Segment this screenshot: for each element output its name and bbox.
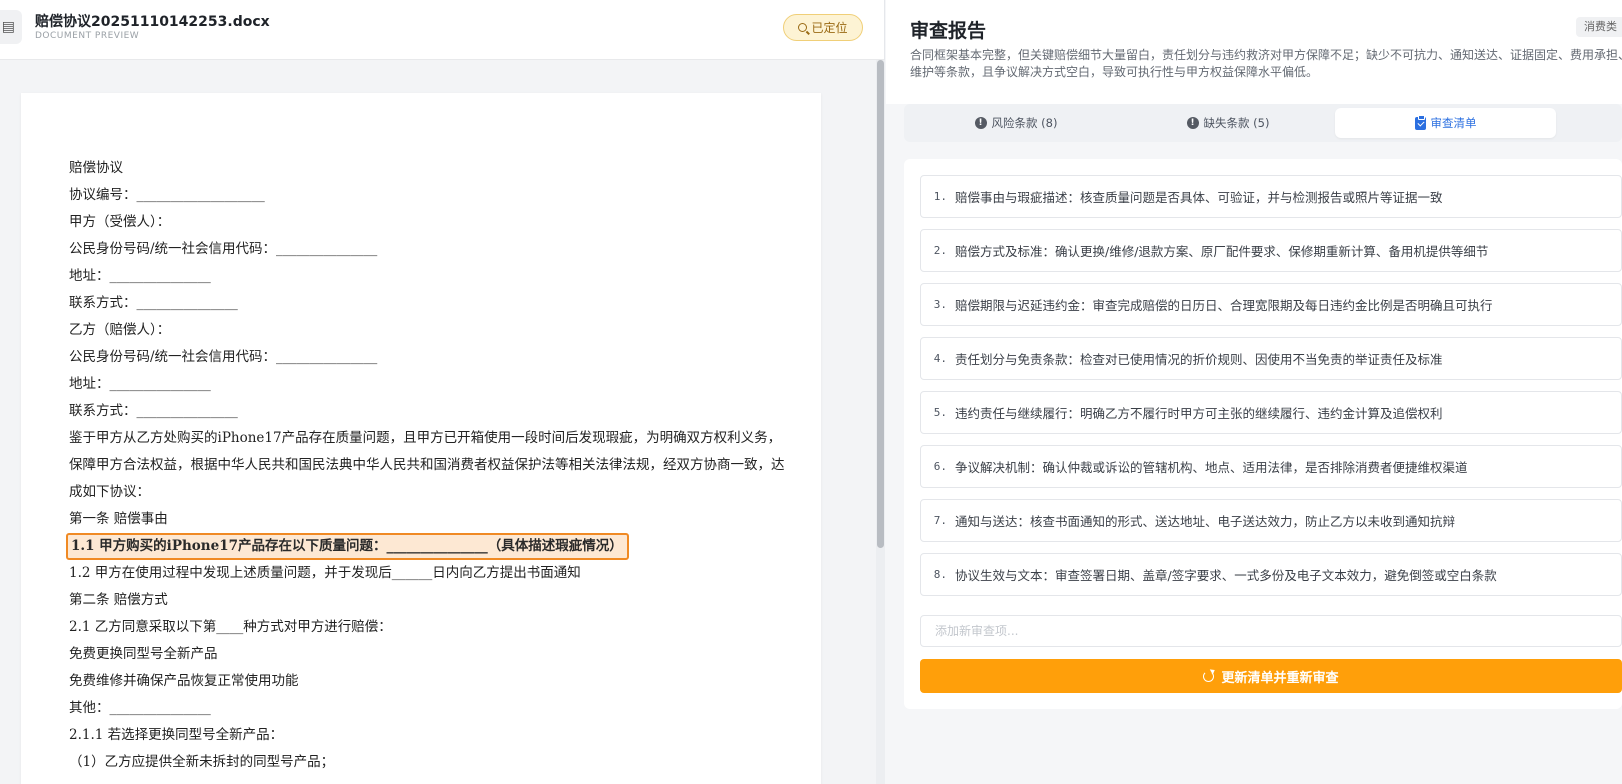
update-checklist-button[interactable]: 更新清单并重新审查 bbox=[920, 659, 1622, 693]
app-root: ▤ 赔偿协议20251110142253.docx DOCUMENT PREVI… bbox=[0, 0, 1622, 784]
doc-line: 乙方（赔偿人）： bbox=[69, 322, 171, 338]
doc-section-heading: 第二条 赔偿方式 bbox=[69, 592, 168, 608]
report-header: 审查报告 消费类 合同框架基本完整，但关键赔偿细节大量留白，责任划分与违约救济对… bbox=[886, 0, 1622, 104]
checklist-item-text: 赔偿期限与迟延违约金：审查完成赔偿的日历日、合理宽限期及每日违约金比例是否明确且… bbox=[955, 298, 1493, 313]
checklist-item-text: 赔偿方式及标准：确认更换/维修/退款方案、原厂配件要求、保修期重新计算、备用机提… bbox=[955, 244, 1489, 259]
document-preview-pane: ▤ 赔偿协议20251110142253.docx DOCUMENT PREVI… bbox=[0, 0, 885, 784]
checklist-item[interactable]: 5. 违约责任与继续履行：明确乙方不履行时甲方可主张的继续履行、违约金计算及追偿… bbox=[920, 391, 1622, 434]
checklist-panel: 1. 赔偿事由与瑕疵描述：核查质量问题是否具体、可验证，并与检测报告或照片等证据… bbox=[904, 159, 1622, 709]
info-icon: ! bbox=[974, 117, 987, 129]
report-title: 审查报告 bbox=[910, 20, 987, 42]
tab-label: 审查清单 bbox=[1430, 116, 1477, 130]
checklist-item[interactable]: 2. 赔偿方式及标准：确认更换/维修/退款方案、原厂配件要求、保修期重新计算、备… bbox=[920, 229, 1622, 272]
checklist-item[interactable]: 4. 责任划分与免责条款：检查对已使用情况的折价规则、因使用不当免责的举证责任及… bbox=[920, 337, 1622, 380]
doc-line: 联系方式：_______________ bbox=[69, 295, 238, 311]
doc-line: 公民身份号码/统一社会信用代码：_______________ bbox=[69, 349, 378, 365]
clipboard-check-icon bbox=[1414, 114, 1426, 130]
tab-risk-clauses[interactable]: ! 风险条款 (8) bbox=[928, 108, 1104, 138]
document-subtitle: DOCUMENT PREVIEW bbox=[35, 31, 140, 41]
doc-line: 地址：_______________ bbox=[69, 376, 211, 392]
checklist-item[interactable]: 7. 通知与送达：核查书面通知的形式、送达地址、电子送达效力，防止乙方以未收到通… bbox=[920, 499, 1622, 542]
doc-line-title: 赔偿协议 bbox=[69, 160, 123, 176]
document-header: ▤ 赔偿协议20251110142253.docx DOCUMENT PREVI… bbox=[0, 0, 884, 60]
checklist-item-number: 3. bbox=[933, 298, 947, 311]
doc-line: 免费维修并确保产品恢复正常使用功能 bbox=[69, 673, 299, 689]
checklist-item-number: 5. bbox=[933, 406, 947, 419]
doc-line: 公民身份号码/统一社会信用代码：_______________ bbox=[69, 241, 378, 257]
document-scroll-area[interactable]: 赔偿协议 协议编号：___________________ 甲方（受偿人）： 公… bbox=[0, 60, 885, 784]
checklist-item[interactable]: 8. 协议生效与文本：审查签署日期、盖章/签字要求、一式多份及电子文本效力，避免… bbox=[920, 553, 1622, 596]
doc-line: 联系方式：_______________ bbox=[69, 403, 238, 419]
search-icon bbox=[798, 23, 808, 32]
checklist-item-text: 责任划分与免责条款：检查对已使用情况的折价规则、因使用不当免责的举证责任及标准 bbox=[955, 352, 1443, 367]
contract-type-tag: 消费类 bbox=[1576, 17, 1622, 37]
checklist-item-text: 协议生效与文本：审查签署日期、盖章/签字要求、一式多份及电子文本效力，避免倒签或… bbox=[955, 568, 1497, 583]
checklist-item-number: 6. bbox=[933, 460, 947, 473]
checklist-item-number: 8. bbox=[933, 568, 947, 581]
document-body: 赔偿协议 协议编号：___________________ 甲方（受偿人）： 公… bbox=[66, 155, 789, 776]
update-checklist-button-label: 更新清单并重新审查 bbox=[1221, 670, 1339, 686]
doc-highlighted-clause[interactable]: 1.1 甲方购买的iPhone17产品存在以下质量问题：____________… bbox=[66, 533, 629, 560]
doc-line: 1.2 甲方在使用过程中发现上述质量问题，并于发现后______日内向乙方提出书… bbox=[69, 565, 581, 581]
tab-label: 缺失条款 (5) bbox=[1203, 116, 1270, 130]
checklist-item-text: 通知与送达：核查书面通知的形式、送达地址、电子送达效力，防止乙方以未收到通知抗辩 bbox=[955, 514, 1456, 529]
document-scrollbar-thumb[interactable] bbox=[877, 60, 884, 548]
checklist-item[interactable]: 3. 赔偿期限与迟延违约金：审查完成赔偿的日历日、合理宽限期及每日违约金比例是否… bbox=[920, 283, 1622, 326]
doc-line: 2.1 乙方同意采取以下第____种方式对甲方进行赔偿： bbox=[69, 619, 392, 635]
document-file-icon: ▤ bbox=[0, 10, 22, 44]
doc-line: 2.1.1 若选择更换同型号全新产品： bbox=[69, 727, 284, 743]
tab-label: 风险条款 (8) bbox=[991, 116, 1058, 130]
checklist-item-number: 4. bbox=[933, 352, 947, 365]
checklist-item-number: 2. bbox=[933, 244, 947, 257]
doc-paragraph-recital: 鉴于甲方从乙方处购买的iPhone17产品存在质量问题，且甲方已开箱使用一段时间… bbox=[69, 430, 785, 500]
doc-line: 甲方（受偿人）： bbox=[69, 214, 171, 230]
checklist-item[interactable]: 6. 争议解决机制：确认仲裁或诉讼的管辖机构、地点、适用法律，是否排除消费者便捷… bbox=[920, 445, 1622, 488]
info-icon: ! bbox=[1186, 117, 1199, 129]
checklist-item-text: 争议解决机制：确认仲裁或诉讼的管辖机构、地点、适用法律，是否排除消费者便捷维权渠… bbox=[955, 460, 1468, 475]
checklist-item-number: 1. bbox=[933, 190, 947, 203]
review-report-pane: 审查报告 消费类 合同框架基本完整，但关键赔偿细节大量留白，责任划分与违约救济对… bbox=[886, 0, 1622, 784]
document-file-name: 赔偿协议20251110142253.docx bbox=[35, 14, 270, 30]
report-tabs: ! 风险条款 (8) ! 缺失条款 (5) 审查清单 bbox=[904, 104, 1622, 142]
located-badge[interactable]: 已定位 bbox=[783, 14, 863, 41]
checklist-item-text: 赔偿事由与瑕疵描述：核查质量问题是否具体、可验证，并与检测报告或照片等证据一致 bbox=[955, 190, 1443, 205]
located-badge-label: 已定位 bbox=[811, 21, 848, 35]
report-summary: 合同框架基本完整，但关键赔偿细节大量留白，责任划分与违约救济对甲方保障不足；缺少… bbox=[910, 48, 1622, 79]
doc-line: （1）乙方应提供全新未拆封的同型号产品； bbox=[69, 754, 335, 770]
checklist-item-number: 7. bbox=[933, 514, 947, 527]
document-scrollbar[interactable] bbox=[876, 60, 885, 784]
tab-review-checklist[interactable]: 审查清单 bbox=[1335, 108, 1556, 138]
checklist-item-text: 违约责任与继续履行：明确乙方不履行时甲方可主张的继续履行、违约金计算及追偿权利 bbox=[955, 406, 1443, 421]
doc-section-heading: 第一条 赔偿事由 bbox=[69, 511, 168, 527]
document-page: 赔偿协议 协议编号：___________________ 甲方（受偿人）： 公… bbox=[21, 93, 821, 784]
doc-line: 免费更换同型号全新产品 bbox=[69, 646, 218, 662]
tab-missing-clauses[interactable]: ! 缺失条款 (5) bbox=[1140, 108, 1316, 138]
checklist-item[interactable]: 1. 赔偿事由与瑕疵描述：核查质量问题是否具体、可验证，并与检测报告或照片等证据… bbox=[920, 175, 1622, 218]
refresh-icon bbox=[1203, 670, 1215, 682]
doc-line: 其他：_______________ bbox=[69, 700, 211, 716]
add-checklist-item-input[interactable] bbox=[920, 615, 1622, 647]
doc-line: 协议编号：___________________ bbox=[69, 187, 265, 203]
doc-line: 地址：_______________ bbox=[69, 268, 211, 284]
